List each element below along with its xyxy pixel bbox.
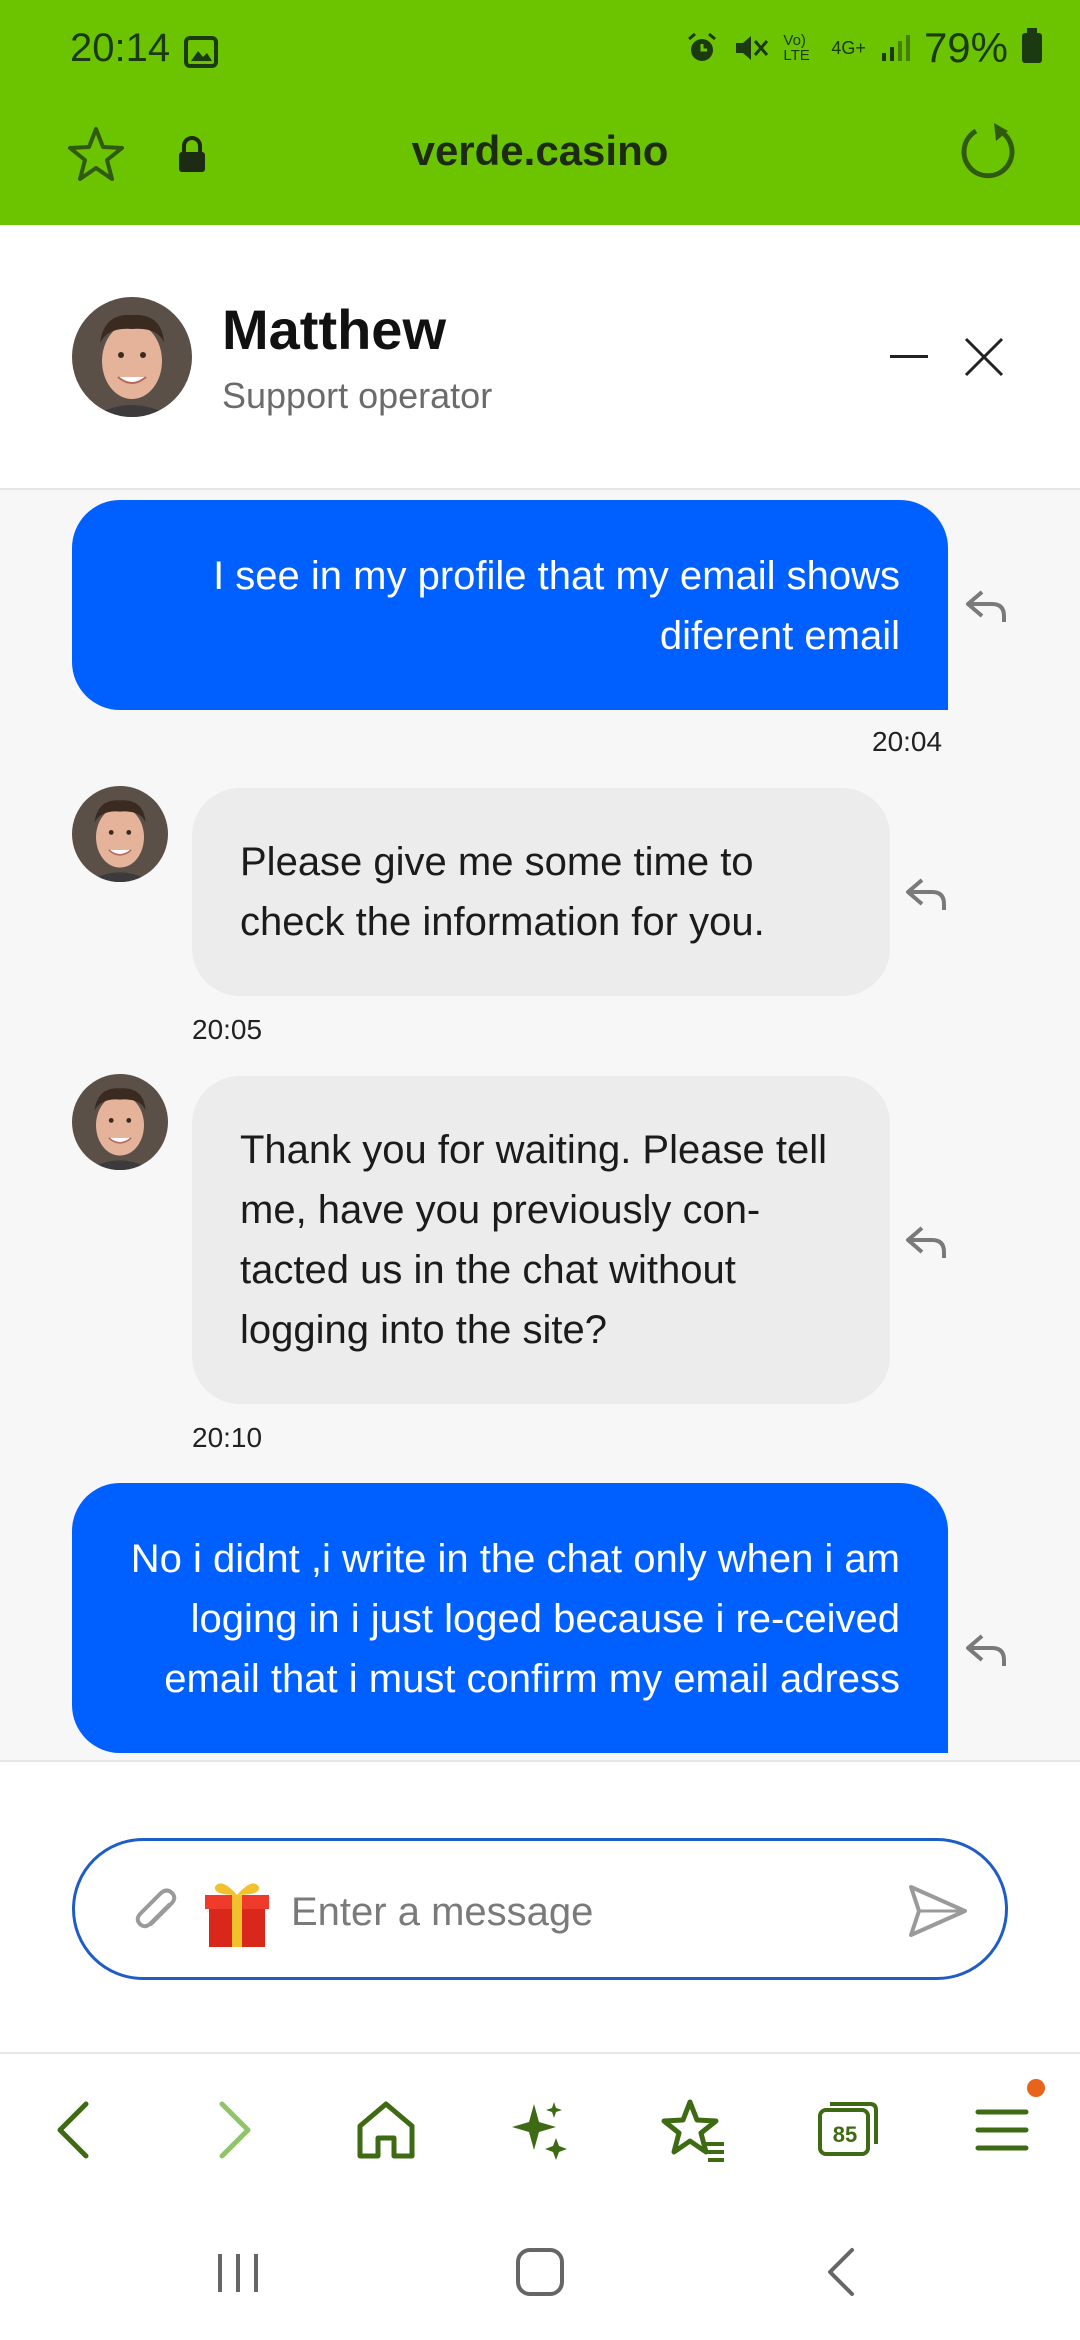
network-indicator: 4G+ [831, 37, 866, 58]
minimize-button[interactable] [890, 337, 930, 377]
reply-icon[interactable] [904, 1222, 950, 1262]
agent-message-bubble: Thank you for waiting. Please tell me, h… [192, 1076, 890, 1404]
gift-icon[interactable] [201, 1875, 273, 1949]
attachment-icon[interactable] [129, 1885, 185, 1941]
message-text: Please give me some time to check the in… [240, 840, 765, 944]
volte-indicator: Vo) LTE [783, 32, 810, 64]
user-message-bubble: I see in my profile that my email shows … [72, 500, 948, 710]
close-icon[interactable] [962, 335, 1006, 379]
message-list[interactable]: I see in my profile that my email shows … [0, 490, 1080, 1760]
status-bar: 20:14 Vo) LTE 4G+ 79% [0, 0, 1080, 105]
menu-icon[interactable] [966, 2094, 1038, 2166]
chat-header: Matthew Support operator [0, 225, 1080, 490]
agent-message-bubble: Please give me some time to check the in… [192, 788, 890, 996]
agent-avatar-small [72, 1074, 168, 1170]
reload-icon[interactable] [956, 121, 1020, 185]
reply-icon[interactable] [964, 1630, 1010, 1670]
battery-icon [1022, 28, 1042, 63]
message-input[interactable] [291, 1877, 891, 1947]
home-button-icon[interactable] [510, 2242, 570, 2302]
browser-top-bar: 20:14 Vo) LTE 4G+ 79% verde.casino [0, 0, 1080, 225]
system-back-icon[interactable] [814, 2242, 874, 2302]
url-text[interactable]: verde.casino [0, 127, 1080, 175]
message-input-box[interactable] [72, 1838, 1008, 1980]
tabs-count: 85 [832, 2122, 858, 2147]
agent-name: Matthew [222, 298, 446, 361]
status-right: Vo) LTE 4G+ 79% [685, 24, 1042, 72]
message-text: No i didnt ,i write in the chat only whe… [130, 1537, 900, 1701]
message-composer [0, 1760, 1080, 2052]
signal-icon [881, 35, 910, 61]
forward-icon[interactable] [196, 2094, 268, 2166]
message-text: I see in my profile that my email shows … [213, 554, 900, 658]
user-message-bubble: No i didnt ,i write in the chat only whe… [72, 1483, 948, 1753]
bookmarks-icon[interactable] [658, 2094, 730, 2166]
reply-icon[interactable] [964, 586, 1010, 626]
home-icon[interactable] [350, 2094, 422, 2166]
message-text: Thank you for waiting. Please tell me, h… [240, 1128, 827, 1352]
browser-toolbar: 85 [0, 2052, 1080, 2202]
alarm-icon [688, 32, 717, 61]
agent-role: Support operator [222, 375, 493, 416]
battery-percentage: 79% [923, 24, 1008, 71]
gallery-icon [184, 36, 218, 68]
message-time: 20:10 [192, 1422, 263, 1453]
sparkle-icon[interactable] [504, 2094, 576, 2166]
message-time: 20:04 [872, 726, 943, 757]
notification-dot [1027, 2079, 1045, 2097]
agent-avatar [72, 297, 192, 417]
address-bar[interactable]: verde.casino [0, 105, 1080, 225]
agent-avatar-small [72, 786, 168, 882]
reply-icon[interactable] [904, 874, 950, 914]
message-time: 20:05 [192, 1014, 263, 1045]
status-time: 20:14 [70, 26, 171, 70]
tabs-button[interactable]: 85 [812, 2094, 884, 2166]
recent-apps-icon[interactable] [208, 2242, 268, 2302]
send-icon[interactable] [905, 1881, 971, 1941]
mute-icon [736, 36, 769, 60]
system-navigation-bar [0, 2202, 1080, 2340]
back-icon[interactable] [40, 2094, 112, 2166]
